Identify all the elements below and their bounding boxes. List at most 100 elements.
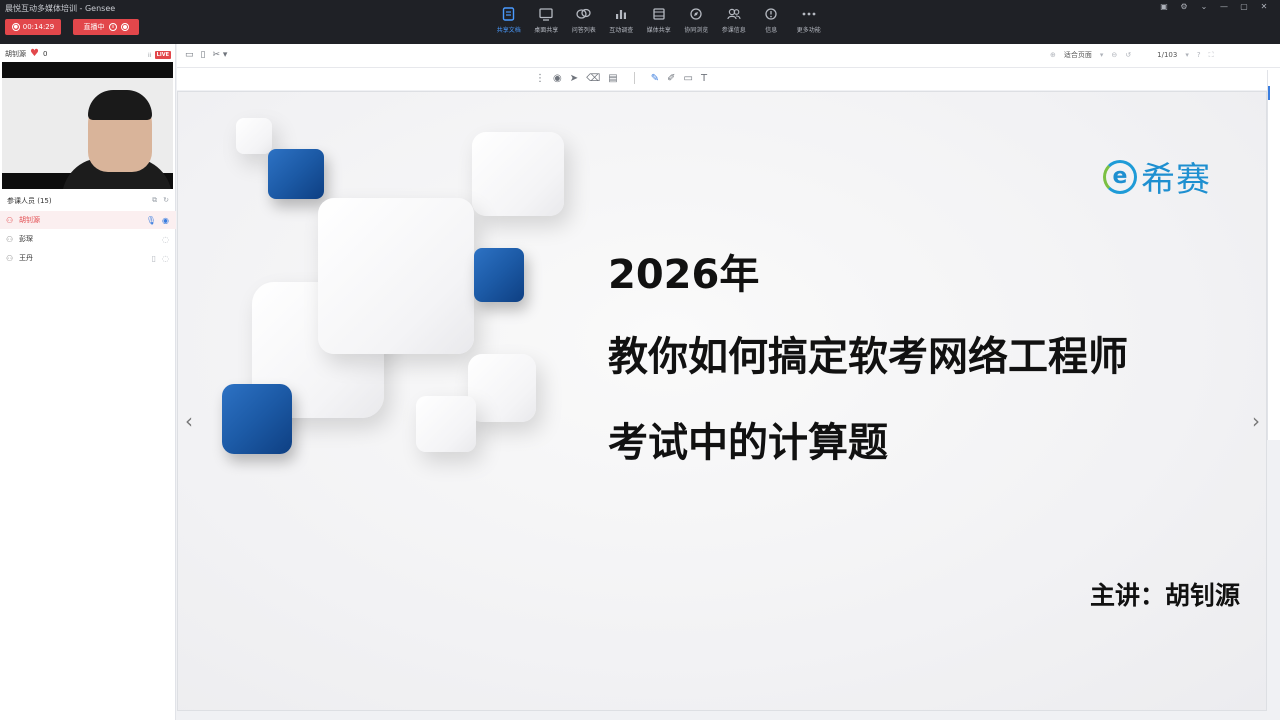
tool-more[interactable]: 更多功能 [790, 6, 828, 34]
zoom-in-icon[interactable]: ⊕ [1050, 51, 1056, 59]
like-count: 0 [42, 50, 48, 58]
tool-info[interactable]: 信息 [753, 6, 791, 34]
refresh-icon[interactable]: ↻ [163, 196, 169, 206]
slide-title-sub: 考试中的计算题 [608, 420, 888, 466]
document-toolbar: ▭ ▯ ✂ ▾ ⊕ 适合页面 ▾ ⊖ ↺ 1/103 ▾ ? ⛶ [177, 44, 1280, 68]
tool-label: 桌面共享 [534, 27, 559, 34]
close-icon[interactable]: ✕ [1254, 0, 1274, 12]
decor-square [416, 396, 476, 452]
tool-label: 信息 [765, 27, 778, 34]
live-status-button[interactable]: 直播中 ॥ [73, 19, 139, 35]
window-title: 晨悦互动多媒体培训 - Gensee [5, 4, 116, 13]
attendee-row[interactable]: ⚇ 彭琛 ◌ [0, 230, 176, 248]
document-small-icon[interactable]: ▯ [152, 254, 156, 263]
presenter-video[interactable] [2, 62, 173, 189]
text-tool-icon[interactable]: T [701, 73, 707, 84]
tool-co-browse[interactable]: 协同浏览 [678, 6, 716, 34]
rotate-icon[interactable]: ↺ [1125, 51, 1131, 59]
next-page-arrow[interactable]: › [1248, 406, 1264, 436]
tool-label: 问答列表 [571, 27, 596, 34]
drag-handle-icon[interactable]: ⋮ [535, 73, 545, 84]
help-icon[interactable]: ? [1197, 51, 1201, 59]
stop-icon [120, 23, 129, 31]
zoom-mode-select[interactable]: 适合页面 [1064, 50, 1092, 60]
tool-media-share[interactable]: 媒体共享 [640, 6, 678, 34]
grid-layout-icon[interactable]: ⁞⁞ [148, 52, 152, 59]
clear-icon[interactable]: ▤ [608, 73, 617, 84]
decor-square-blue [474, 248, 524, 302]
microphone-icon[interactable]: 🎙︎ [146, 216, 156, 225]
laser-pointer-icon[interactable]: ◉ [553, 73, 562, 84]
media-icon [653, 6, 665, 22]
tool-label: 共享文档 [496, 27, 521, 34]
logo-mark: e [1103, 159, 1137, 194]
decor-square-blue [268, 149, 324, 199]
decor-square [468, 354, 536, 422]
settings-icon[interactable]: ⚙ [1174, 0, 1194, 12]
tool-survey[interactable]: 互动调查 [603, 6, 641, 34]
open-folder-icon[interactable]: ▭ [185, 50, 194, 60]
maximize-icon[interactable]: ▢ [1234, 0, 1254, 12]
desktop-icon [539, 6, 553, 22]
video-figure-hair [88, 90, 152, 120]
slide-title-year: 2026年 [608, 252, 760, 298]
chat-icon[interactable]: ◌ [162, 254, 169, 263]
heart-icon[interactable]: ♥ [30, 49, 39, 59]
scissors-icon[interactable]: ✂ ▾ [212, 50, 227, 60]
decor-square [318, 198, 474, 354]
user-icon: ⚇ [6, 253, 14, 263]
main-toolbar: 共享文档 桌面共享 问答列表 互动调查 媒体共享 协同浏览 参课信息 信息 更多… [490, 6, 828, 34]
top-bar: 晨悦互动多媒体培训 - Gensee ● 00:14:29 直播中 ॥ 共享文档… [0, 0, 1280, 44]
chevron-down-icon[interactable]: ▾ [1100, 51, 1104, 59]
tool-label: 媒体共享 [646, 27, 671, 34]
minimize-icon[interactable]: — [1214, 0, 1234, 12]
recording-button[interactable]: ● 00:14:29 [5, 19, 61, 35]
presenter-info: 胡钊源 ♥ 0 [5, 49, 47, 59]
tool-shared-document[interactable]: 共享文档 [490, 6, 528, 34]
user-icon: ⚇ [6, 234, 14, 244]
drawing-toolbar: ⋮ ◉ ➤ ⌫ ▤ ✎ ✐ ▭ T [177, 68, 1280, 90]
tool-label: 参课信息 [721, 27, 746, 34]
pointer-arrow-icon[interactable]: ➤ [570, 73, 578, 84]
eraser-icon[interactable]: ⌫ [586, 73, 600, 84]
chat-icon[interactable]: ◌ [162, 235, 169, 244]
fullscreen-icon[interactable]: ⛶ [1209, 51, 1214, 60]
webcam-icon[interactable]: ◉ [162, 216, 169, 225]
file-icon[interactable]: ▯ [201, 50, 206, 60]
slide-speaker: 主讲：胡钊源 [1089, 581, 1240, 610]
zoom-out-icon[interactable]: ⊖ [1111, 51, 1117, 59]
rail-indicator [1268, 86, 1270, 100]
pause-icon: ॥ [108, 23, 117, 31]
tool-label: 更多功能 [796, 27, 821, 34]
attendee-name: 彭琛 [19, 235, 33, 243]
record-icon: ● [11, 23, 20, 31]
attendee-row[interactable]: ⚇ 胡钊源 🎙︎ ◉ [0, 211, 176, 229]
tool-label: 互动调查 [609, 27, 634, 34]
attendees-header: 参课人员 (15) ⧉ ↻ [7, 196, 169, 206]
info-icon [765, 6, 777, 22]
logo-text: 希赛 [1141, 160, 1211, 200]
previous-page-arrow[interactable]: ‹ [181, 406, 197, 436]
decor-square [236, 118, 272, 154]
tool-attendee-info[interactable]: 参课信息 [715, 6, 753, 34]
right-side-rail[interactable] [1267, 70, 1280, 440]
brand-logo: e 希赛 [1103, 152, 1211, 201]
pen-icon[interactable]: ✐ [667, 73, 675, 84]
rectangle-icon[interactable]: ▭ [684, 73, 693, 84]
slide-canvas[interactable]: e 希赛 2026年 教你如何搞定软考网络工程师 考试中的计算题 主讲：胡钊源 [177, 91, 1267, 711]
decor-square-blue [222, 384, 292, 454]
attendee-row[interactable]: ⚇ 王丹 ▯ ◌ [0, 249, 176, 267]
page-indicator[interactable]: 1/103 [1157, 51, 1177, 59]
tool-desktop-share[interactable]: 桌面共享 [528, 6, 566, 34]
chevron-down-icon[interactable]: ▾ [1185, 51, 1189, 59]
attendees-title: 参课人员 (15) [7, 197, 52, 205]
layout-icon[interactable]: ▣ [1154, 0, 1174, 12]
highlighter-icon[interactable]: ✎ [651, 73, 659, 84]
camera-icon[interactable]: ⧉ [152, 196, 157, 206]
host-user-icon: ⚇ [6, 215, 14, 225]
live-label: 直播中 [83, 23, 105, 31]
decor-square [472, 132, 564, 216]
qa-icon [576, 6, 591, 22]
chevron-down-icon[interactable]: ⌄ [1194, 0, 1214, 12]
tool-qa-list[interactable]: 问答列表 [565, 6, 603, 34]
